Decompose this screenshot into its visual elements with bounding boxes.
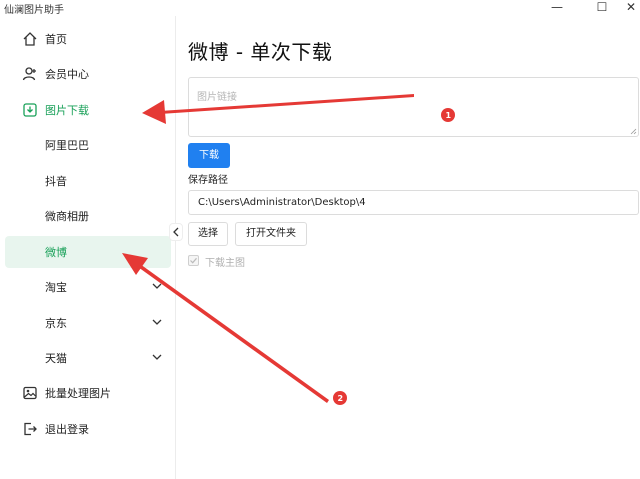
sidebar-item-label: 阿里巴巴 xyxy=(45,139,89,152)
sidebar-item-label: 首页 xyxy=(45,33,67,46)
user-add-icon xyxy=(22,67,36,81)
download-main-image-label: 下载主图 xyxy=(205,258,245,269)
save-path-input[interactable]: C:\Users\Administrator\Desktop\4 xyxy=(188,190,639,215)
sidebar-item-alibaba[interactable]: 阿里巴巴 xyxy=(5,129,171,161)
save-path-value: C:\Users\Administrator\Desktop\4 xyxy=(198,197,366,208)
sidebar-item-douyin[interactable]: 抖音 xyxy=(5,165,171,197)
sidebar-item-weibo[interactable]: 微博 xyxy=(5,236,171,268)
sidebar-item-label: 淘宝 xyxy=(45,281,67,294)
sidebar-item-home[interactable]: 首页 xyxy=(5,23,171,55)
close-button[interactable]: ✕ xyxy=(621,0,640,16)
chevron-down-icon xyxy=(152,283,162,289)
minimize-button[interactable]: — xyxy=(547,0,567,16)
home-icon xyxy=(23,32,37,46)
sidebar-item-label: 天猫 xyxy=(45,352,67,365)
open-folder-button[interactable]: 打开文件夹 xyxy=(235,222,307,246)
maximize-button[interactable]: ☐ xyxy=(592,0,612,16)
download-main-image-checkbox[interactable] xyxy=(188,255,199,266)
download-button[interactable]: 下载 xyxy=(188,143,230,168)
sidebar-item-weishang-album[interactable]: 微商相册 xyxy=(5,200,171,232)
select-folder-button[interactable]: 选择 xyxy=(188,222,228,246)
sidebar-item-label: 会员中心 xyxy=(45,68,89,81)
image-icon xyxy=(23,386,37,400)
sidebar-item-image-download[interactable]: 图片下载 xyxy=(5,94,171,126)
chevron-down-icon xyxy=(152,354,162,360)
save-path-label: 保存路径 xyxy=(188,175,228,186)
checkmark-icon xyxy=(190,257,197,264)
sidebar-item-label: 微博 xyxy=(45,246,67,259)
main-panel: 微博 - 单次下载 图片链接 下载 保存路径 C:\Users\Administ… xyxy=(177,16,640,479)
image-link-input[interactable]: 图片链接 xyxy=(188,77,639,137)
sidebar-item-tmall[interactable]: 天猫 xyxy=(5,342,171,374)
sidebar-item-taobao[interactable]: 淘宝 xyxy=(5,271,171,303)
sidebar-item-jd[interactable]: 京东 xyxy=(5,307,171,339)
download-icon xyxy=(23,103,37,117)
chevron-down-icon xyxy=(152,319,162,325)
app-title: 仙澜图片助手 xyxy=(4,5,64,16)
sidebar-item-label: 微商相册 xyxy=(45,210,89,223)
sidebar-item-batch-process[interactable]: 批量处理图片 xyxy=(5,377,171,409)
image-link-placeholder: 图片链接 xyxy=(197,92,237,103)
title-bar: 仙澜图片助手 — ☐ ✕ xyxy=(0,0,640,16)
sidebar-item-label: 抖音 xyxy=(45,175,67,188)
sidebar-item-membership[interactable]: 会员中心 xyxy=(5,58,171,90)
sidebar-item-label: 退出登录 xyxy=(45,423,89,436)
sidebar: 首页 会员中心 图片下载 阿里巴巴 抖音 微商相册 微博 淘宝 京东 天猫 批量… xyxy=(0,16,176,479)
sidebar-item-label: 图片下载 xyxy=(45,104,89,117)
logout-icon xyxy=(24,422,37,436)
sidebar-item-label: 批量处理图片 xyxy=(45,387,111,400)
page-title: 微博 - 单次下载 xyxy=(188,40,333,64)
sidebar-item-logout[interactable]: 退出登录 xyxy=(5,413,171,445)
sidebar-item-label: 京东 xyxy=(45,317,67,330)
resize-grip-icon[interactable] xyxy=(629,127,637,135)
